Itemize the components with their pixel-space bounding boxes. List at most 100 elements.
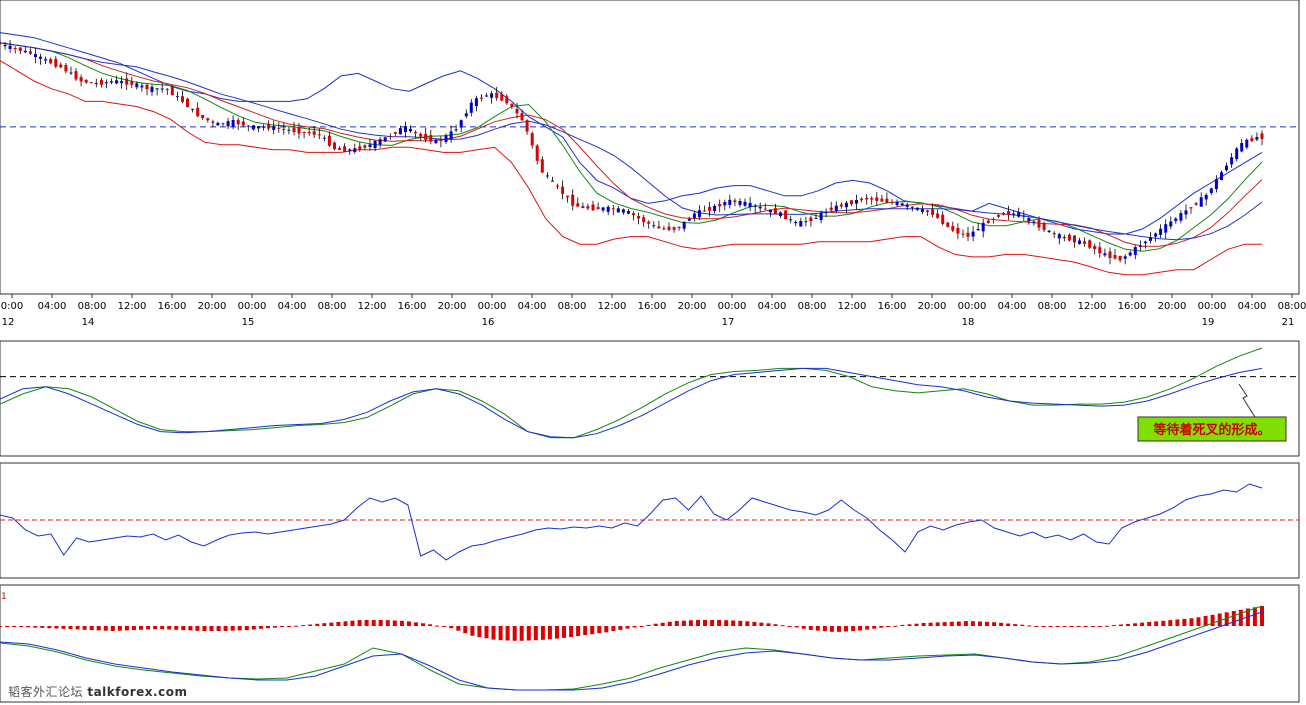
candle-body [865,197,869,200]
rsi-panel [0,462,1300,579]
time-tick-label: 04:00 [998,301,1027,312]
candle-body [697,210,701,218]
candle-body [500,94,504,101]
candle-body [69,72,73,74]
macd-bar [667,621,672,626]
macd-bar [139,626,143,630]
macd-bar [1027,625,1032,627]
macd-bar [1140,622,1145,626]
macd-bar [216,626,221,631]
candle-body [652,225,656,227]
candle-body [1037,220,1041,228]
macd-bar [392,620,397,626]
candle-body [667,226,671,230]
macd-bar [780,625,785,627]
candle-body [956,228,960,234]
candle-body [383,137,387,142]
candle-body [34,54,37,57]
candle-body [505,96,509,104]
candle-body [875,197,879,201]
candle-body [160,88,164,90]
candle-body [895,201,899,206]
candle-body [0,42,2,45]
time-tick-label: 12:00 [118,301,147,312]
candle-body [59,64,63,68]
candle-body [662,228,666,230]
macd-bar [287,626,292,627]
candle-body [758,206,762,209]
macd-bar [787,626,792,627]
candle-body [1103,253,1107,256]
forex-chart: 0:00 04:00 08:00 12:00 16:00 20:00 00:00 04:00 0… [0,0,1306,703]
candle-body [1149,237,1152,241]
candle-body [236,120,240,125]
stochastic-d-line [0,367,1263,439]
macd-bar [794,626,799,628]
candle-body [434,139,438,144]
annotation-pointer [1238,383,1256,418]
macd-bar [1238,609,1243,626]
time-tick-label: 08:00 [1038,301,1067,312]
candle-body [591,204,595,211]
macd-bar [1083,626,1088,627]
time-tick-label: 00:00 [1198,301,1227,312]
moving-average-fast [0,42,1263,252]
macd-bar [435,625,440,627]
macd-bar [12,626,17,627]
time-axis: 0:00 04:00 08:00 12:00 16:00 20:00 00:00 04:00 0… [1,294,1306,328]
candle-body [8,45,12,49]
candle-body [1204,194,1208,200]
candle-body [404,126,407,132]
date-label: 19 [1202,317,1215,328]
candle-body [18,47,22,51]
candle-body [302,132,306,133]
candle-body [1067,234,1071,241]
candlesticks [0,39,1264,265]
candle-body [829,207,833,211]
candle-body [804,221,808,223]
candle-body [1245,139,1249,148]
macd-bar [562,626,566,638]
macd-bar [900,624,905,626]
macd-bar [1076,626,1081,627]
candle-body [282,128,286,130]
macd-bar [837,626,841,632]
candle-body [1169,221,1173,227]
macd-panel-frame [0,584,1300,703]
macd-bar [202,626,207,631]
candle-body [799,221,803,227]
candle-body [251,125,255,130]
macd-bar [611,626,616,632]
candle-body [920,208,924,212]
candle-body [23,50,27,53]
moving-average-slow [0,42,1263,241]
candle-body [272,126,276,130]
candle-body [99,79,103,85]
candle-body [409,128,412,132]
macd-bar [681,620,686,626]
candle-body [566,195,570,198]
candle-body [74,71,78,80]
time-tick-label: 08:00 [798,301,827,312]
candle-body [165,88,169,90]
time-tick-label: 08:00 [1278,301,1306,312]
candle-body [44,59,48,61]
candle-body [1225,165,1228,171]
candle-body [1159,228,1163,235]
time-tick-label: 20:00 [1158,301,1187,312]
macd-bar [829,626,834,632]
macd-bar [745,621,750,626]
macd-bar [428,624,433,626]
macd-bar [942,622,947,626]
candle-body [789,219,793,221]
macd-bar [985,621,989,626]
time-tick-label: 12:00 [598,301,627,312]
date-label: 14 [82,317,95,328]
candle-body [120,81,124,84]
candle-body [181,96,184,102]
macd-bar [167,626,172,630]
macd-bar [301,625,306,627]
candle-body [1088,240,1092,248]
macd-bar [124,626,129,631]
candle-body [1199,197,1203,207]
